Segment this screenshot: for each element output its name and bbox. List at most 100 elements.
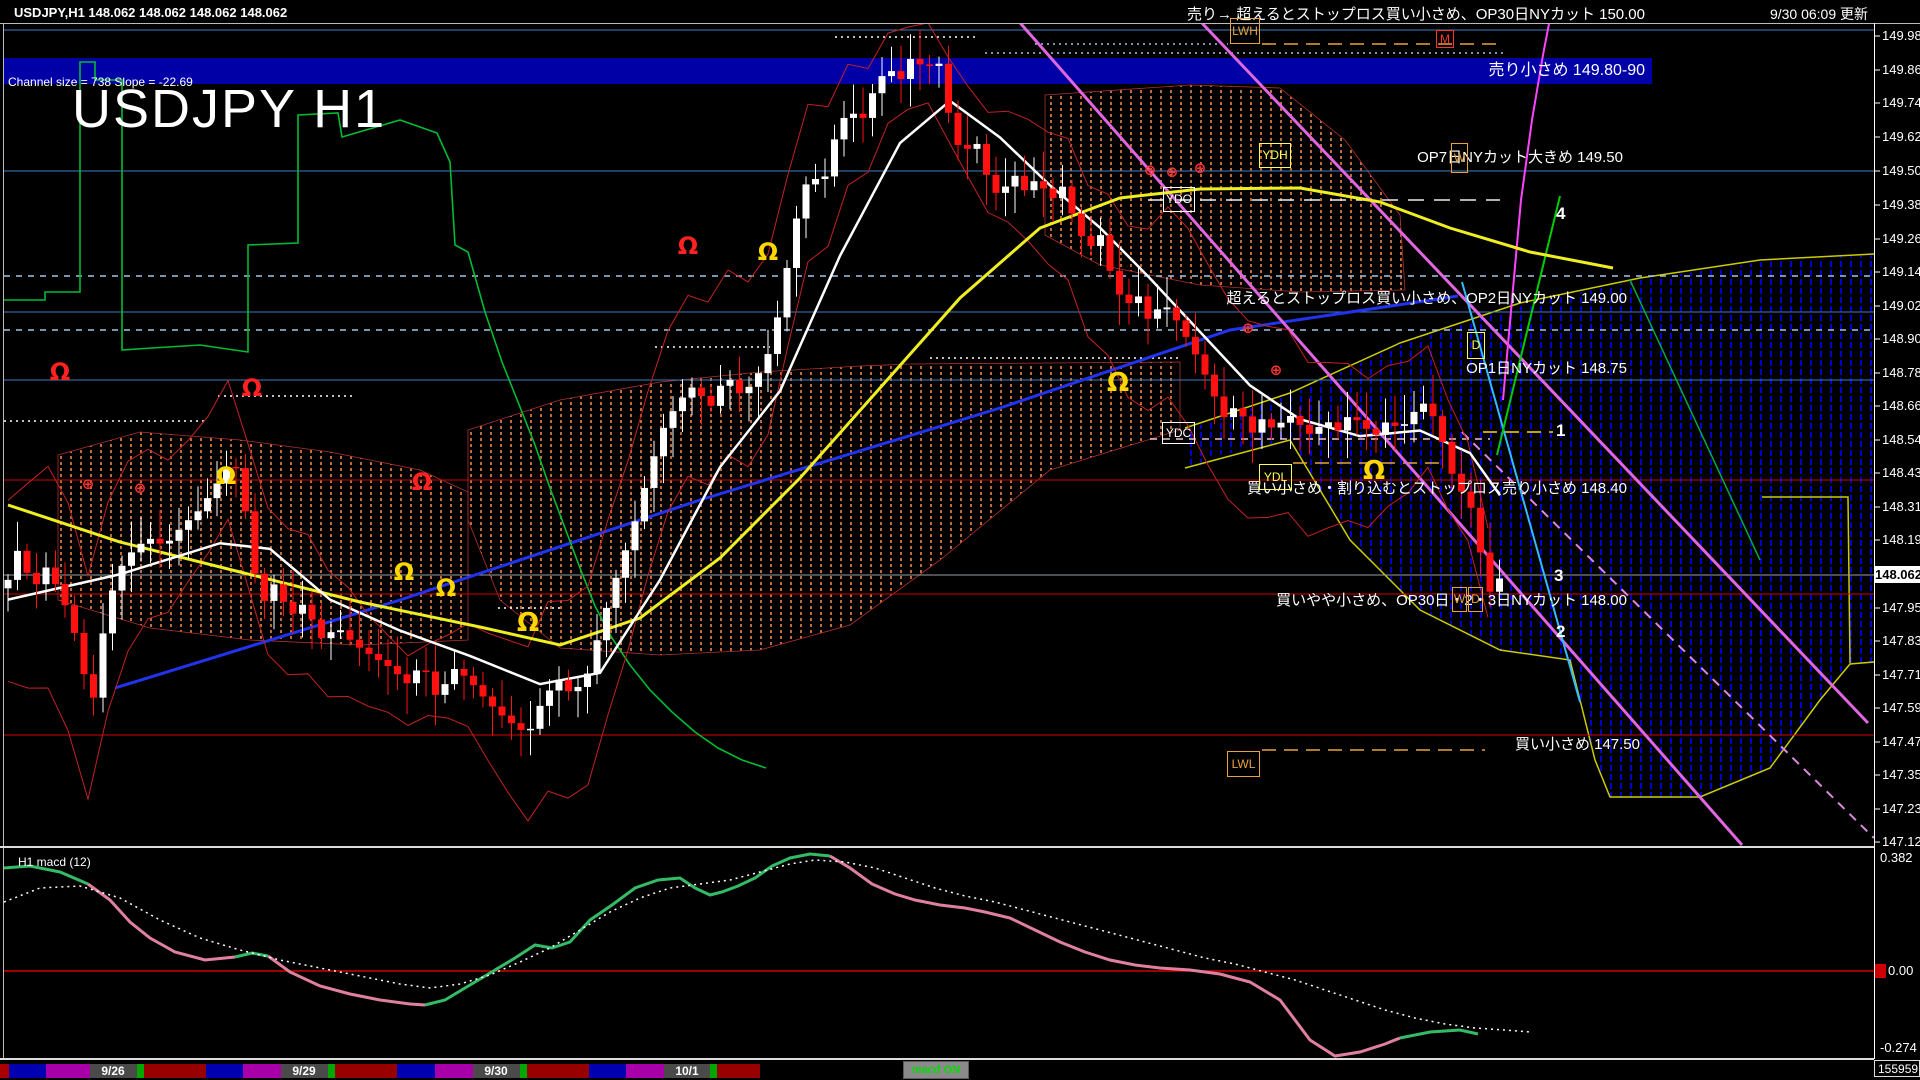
price-tick-label: 147.235 xyxy=(1882,801,1920,816)
ichimoku-cloud xyxy=(1185,255,1874,798)
stop-marker-icon: ⊕ xyxy=(1193,159,1207,177)
date-axis-label: 9/26 xyxy=(101,1064,125,1078)
sell-zone-label: 売り小さめ 149.80-90 xyxy=(1488,62,1645,79)
price-tick-label: 149.500 xyxy=(1882,163,1920,178)
panel-separator[interactable] xyxy=(0,846,1874,848)
macd-zero-label: 0.00 xyxy=(1888,963,1914,978)
price-tick-label: 148.545 xyxy=(1882,432,1920,447)
macd-signal-line xyxy=(4,859,1531,1033)
session-block xyxy=(717,1064,760,1078)
omega-marker-icon: Ω xyxy=(215,462,237,490)
price-tick-label: 147.120 xyxy=(1882,834,1920,849)
price-tick-label: 149.980 xyxy=(1882,28,1920,43)
macd-zero-badge xyxy=(1874,964,1886,978)
order-annotation: OP1日NYカット 148.75 xyxy=(1466,360,1627,377)
price-tick-label: 149.025 xyxy=(1882,298,1920,313)
update-timestamp: 9/30 06:09 更新 xyxy=(1769,6,1868,22)
stop-marker-icon: ⊕ xyxy=(1165,163,1179,181)
order-annotation: 超えるとストップロス買い小さめ、OP2日NYカット 149.00 xyxy=(1226,290,1627,307)
level-marker-box-ydo: YDO xyxy=(1163,187,1195,212)
price-tick-label: 147.715 xyxy=(1882,667,1920,682)
channel-number-label: 3 xyxy=(1554,566,1564,585)
price-tick-label: 147.595 xyxy=(1882,700,1920,715)
bottom-border xyxy=(0,1058,1874,1060)
omega-marker-icon: Ω xyxy=(757,238,779,266)
channel-number-label: 2 xyxy=(1556,622,1566,641)
level-marker-box-w: W xyxy=(1451,143,1468,173)
stop-marker-icon: ⊕ xyxy=(1143,161,1157,179)
price-tick-label: 148.310 xyxy=(1882,499,1920,514)
omega-marker-icon: Ω xyxy=(1362,456,1386,486)
price-tick-label: 147.830 xyxy=(1882,633,1920,648)
session-block xyxy=(206,1064,243,1078)
price-tick-label: 149.860 xyxy=(1882,62,1920,77)
session-block xyxy=(46,1064,90,1078)
macd-max-label: 0.382 xyxy=(1880,850,1913,865)
chart-canvas[interactable] xyxy=(0,0,1920,1080)
price-tick-label: 149.380 xyxy=(1882,197,1920,212)
price-axis-line[interactable] xyxy=(1874,23,1875,1059)
macd-line xyxy=(267,954,426,1007)
level-marker-box-lwh: LWH xyxy=(1230,18,1260,44)
level-marker-box-d: D xyxy=(1467,332,1485,359)
session-block xyxy=(397,1064,435,1078)
omega-marker-icon: Ω xyxy=(411,468,433,496)
macd-line xyxy=(1399,1028,1479,1040)
level-marker-box-d: D xyxy=(1468,587,1483,612)
session-block xyxy=(0,1064,9,1078)
session-block xyxy=(589,1064,626,1078)
price-tick-label: 149.145 xyxy=(1882,264,1920,279)
left-border xyxy=(3,23,4,1059)
trading-chart-window: USDJPY,H1 148.062 148.062 148.062 148.06… xyxy=(0,0,1920,1080)
price-tick-label: 149.260 xyxy=(1882,231,1920,246)
omega-marker-icon: Ω xyxy=(677,232,699,260)
level-marker-box-ydh: YDH xyxy=(1259,143,1291,168)
macd-line xyxy=(424,852,831,1007)
session-block xyxy=(328,1064,335,1078)
price-tick-label: 148.665 xyxy=(1882,398,1920,413)
level-marker-box-m: M xyxy=(1436,30,1454,48)
omega-marker-icon: Ω xyxy=(241,374,263,402)
session-block xyxy=(243,1064,281,1078)
stop-marker-icon: ⊕ xyxy=(133,479,147,497)
order-annotation: 買い小さめ 147.50 xyxy=(1514,736,1640,753)
price-tick-label: 149.740 xyxy=(1882,95,1920,110)
macd-panel-label: H1 macd (12) xyxy=(18,855,91,869)
session-block xyxy=(144,1064,206,1078)
stop-marker-icon: ⊕ xyxy=(1269,361,1283,379)
stop-marker-icon: ⊕ xyxy=(1241,319,1255,337)
macd-line xyxy=(234,951,269,959)
macd-min-label: -0.274 xyxy=(1880,1040,1917,1055)
symbol-timeframe-label: USDJPY H1 xyxy=(72,79,387,139)
price-tick-label: 148.190 xyxy=(1882,532,1920,547)
session-block xyxy=(626,1064,664,1078)
session-block xyxy=(527,1064,589,1078)
chart-title: USDJPY,H1 148.062 148.062 148.062 148.06… xyxy=(14,5,288,20)
session-block xyxy=(335,1064,397,1078)
price-tick-label: 148.430 xyxy=(1882,465,1920,480)
price-tick-label: 149.620 xyxy=(1882,129,1920,144)
macd-line xyxy=(87,882,236,962)
current-price-badge: 148.062 xyxy=(1875,566,1920,583)
date-axis-label: 9/30 xyxy=(484,1064,508,1078)
session-block xyxy=(710,1064,717,1078)
channel-number-label: 1 xyxy=(1556,421,1566,440)
session-block xyxy=(9,1064,46,1078)
order-annotation: 買い小さめ・割り込むとストップロス売り小さめ 148.40 xyxy=(1246,480,1627,497)
level-marker-box-ydc: YDC xyxy=(1162,422,1195,444)
omega-marker-icon: Ω xyxy=(516,608,540,638)
omega-marker-icon: Ω xyxy=(435,574,457,602)
omega-marker-icon: Ω xyxy=(393,558,415,586)
price-tick-label: 147.950 xyxy=(1882,600,1920,615)
level-marker-box-w: W xyxy=(1452,587,1467,612)
price-tick-label: 148.905 xyxy=(1882,331,1920,346)
ichimoku-cloud xyxy=(467,361,1181,656)
date-axis-label: 9/29 xyxy=(292,1064,316,1078)
session-block xyxy=(137,1064,144,1078)
order-annotation: OP7日NYカット大きめ 149.50 xyxy=(1417,149,1623,166)
price-tick-label: 148.785 xyxy=(1882,365,1920,380)
macd-line xyxy=(829,854,1401,1058)
price-tick-label: 147.475 xyxy=(1882,734,1920,749)
session-block xyxy=(435,1064,473,1078)
date-strip[interactable]: 9/26 9/29 9/30 10/1 xyxy=(0,1064,1920,1078)
